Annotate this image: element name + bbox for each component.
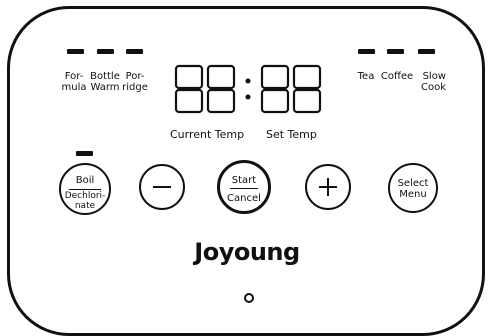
slow-cook-indicator [418,49,435,54]
dechlorinate-label: Dechlori- nate [64,191,106,211]
coffee-label: Coffee [380,71,414,82]
start-label: Start [231,175,257,186]
boil-label: Boil [75,175,95,186]
formula-indicator [67,49,84,54]
display-digits-graphic [174,64,322,114]
seven-segment-display [174,64,326,116]
minus-button[interactable] [139,164,185,210]
porridge-indicator [126,49,143,54]
start-cancel-button[interactable]: Start Cancel [217,160,271,214]
current-temp-label: Current Temp [170,128,245,141]
select-menu-button[interactable]: Select Menu [388,163,438,213]
formula-label: For- mula [61,71,87,93]
plus-button[interactable] [305,164,351,210]
tea-label: Tea [357,71,375,82]
boil-dechlorinate-button[interactable]: Boil Dechlori- nate [59,163,111,215]
brand-logo: Joyoung [194,238,300,266]
porridge-label: Por- ridge [122,71,148,93]
bottle-warm-indicator [97,49,114,54]
tea-indicator [358,49,375,54]
minus-icon [153,186,171,188]
select-menu-label: Select Menu [397,178,429,200]
coffee-indicator [387,49,404,54]
set-temp-label: Set Temp [266,128,317,141]
plus-icon-vertical [327,178,329,196]
bottle-warm-label: Bottle Warm [90,71,120,93]
boil-indicator [76,151,93,156]
cancel-label: Cancel [227,193,261,204]
slow-cook-label: Slow Cook [420,71,446,93]
boil-divider [69,189,101,190]
start-cancel-divider [230,188,258,189]
